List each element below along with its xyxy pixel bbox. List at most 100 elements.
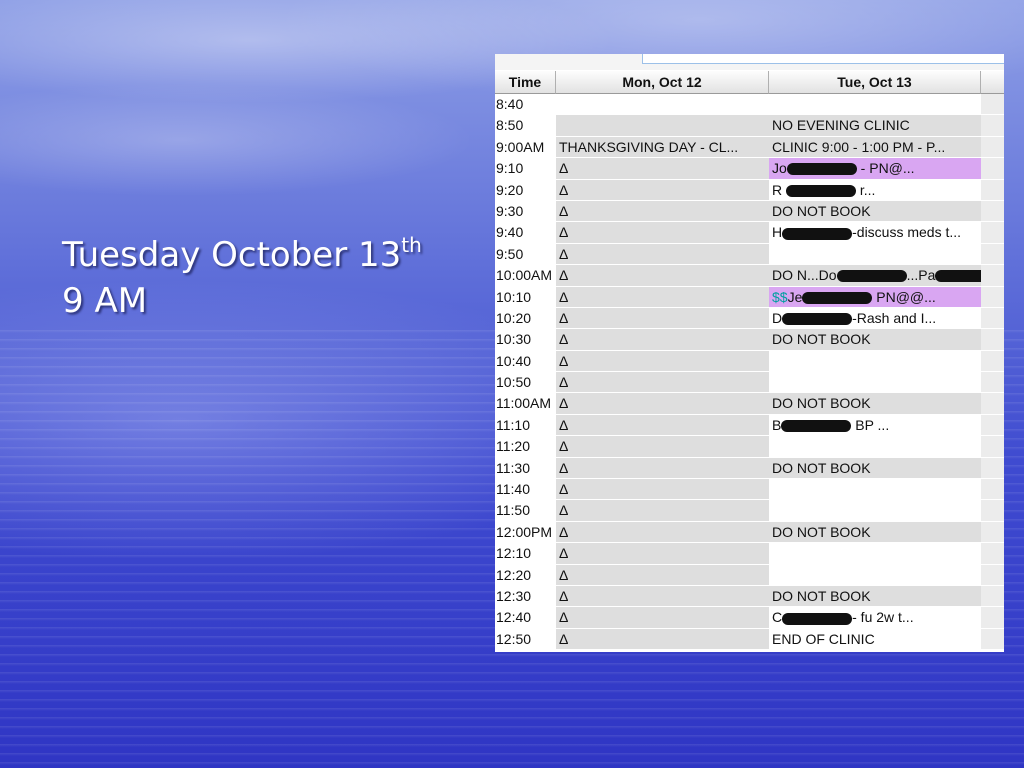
tue-appointment-cell[interactable]: C- fu 2w t... [769,607,981,629]
mon-appointment-cell[interactable]: Δ [556,329,769,351]
schedule-row[interactable]: 12:20 Δ [495,564,1004,586]
schedule-row[interactable]: 10:00AM Δ DO N...Do ...Pa [495,265,1004,287]
tue-appointment-cell[interactable] [769,543,981,565]
tue-appointment-cell[interactable]: DO NOT BOOK [769,457,981,480]
extra-cell [981,329,1004,351]
schedule-row[interactable]: 12:00PM Δ DO NOT BOOK [495,521,1004,544]
tue-appointment-cell[interactable] [769,243,981,266]
mon-appointment-cell[interactable]: Δ [556,307,769,330]
mon-appointment-cell[interactable]: Δ [556,414,769,437]
tue-appointment-cell[interactable]: D -Rash and I... [769,307,981,330]
schedule-row[interactable]: 12:30 Δ DO NOT BOOK [495,585,1004,608]
tue-appointment-cell[interactable] [769,372,981,394]
mon-appointment-cell[interactable]: Δ [556,500,769,522]
mon-appointment-cell[interactable]: THANKSGIVING DAY - CL... [556,136,769,159]
tue-appointment-cell[interactable]: H -discuss meds t... [769,222,981,244]
mon-appointment-cell[interactable]: Δ [556,564,769,586]
mon-appointment-cell[interactable]: Δ [556,457,769,480]
mon-appointment-cell[interactable]: Δ [556,543,769,565]
mon-appointment-cell[interactable]: Δ [556,179,769,201]
mon-appointment-cell[interactable] [556,94,769,116]
schedule-row[interactable]: 11:50 Δ [495,500,1004,522]
tue-appointment-cell[interactable]: NO EVENING CLINIC [769,115,981,137]
schedule-row[interactable]: 11:00AM Δ DO NOT BOOK [495,393,1004,415]
tue-appointment-cell[interactable]: $$Je PN@@... [769,286,981,308]
extra-cell [981,350,1004,373]
time-cell: 12:30 [495,585,556,608]
schedule-row[interactable]: 11:10 Δ B BP ... [495,414,1004,437]
mon-appointment-cell[interactable]: Δ [556,628,769,651]
tue-appointment-cell[interactable] [769,436,981,458]
mon-appointment-cell[interactable]: Δ [556,521,769,544]
schedule-row[interactable]: 9:00AM THANKSGIVING DAY - CL... CLINIC 9:0… [495,136,1004,159]
mon-appointment-cell[interactable]: Δ [556,350,769,373]
mon-appointment-cell[interactable]: Δ [556,479,769,501]
schedule-row[interactable]: 12:50 Δ END OF CLINIC [495,628,1004,651]
time-cell: 8:40 [495,94,556,116]
column-header-tue[interactable]: Tue, Oct 13 [769,71,981,94]
tue-appointment-cell[interactable]: B BP ... [769,414,981,437]
mon-appointment-cell[interactable]: Δ [556,243,769,266]
tue-appointment-cell[interactable]: DO NOT BOOK [769,329,981,351]
mon-appointment-cell[interactable]: Δ [556,265,769,287]
mon-appointment-cell[interactable]: Δ [556,158,769,180]
schedule-row[interactable]: 11:30 Δ DO NOT BOOK [495,457,1004,480]
column-header-time[interactable]: Time [495,71,556,94]
tue-appointment-cell[interactable] [769,350,981,373]
tue-appointment-cell[interactable]: Jo - PN@... [769,158,981,180]
schedule-row[interactable]: 10:30 Δ DO NOT BOOK [495,329,1004,351]
schedule-row[interactable]: 11:20 Δ [495,436,1004,458]
extra-cell [981,457,1004,480]
mon-appointment-cell[interactable]: Δ [556,436,769,458]
schedule-row[interactable]: 12:40 Δ C - fu 2w t... [495,607,1004,629]
schedule-row[interactable]: 9:10 Δ Jo - PN@... [495,158,1004,180]
mon-appointment-cell[interactable]: Δ [556,372,769,394]
mon-appointment-cell[interactable]: Δ [556,222,769,244]
extra-cell [981,265,1004,287]
tue-appointment-cell[interactable]: R r... [769,179,981,201]
schedule-row[interactable]: 8:50 NO EVENING CLINIC [495,115,1004,137]
extra-cell [981,286,1004,308]
tue-appointment-cell[interactable] [769,479,981,501]
tue-appointment-cell[interactable] [769,94,981,116]
schedule-row[interactable]: 9:50 Δ [495,243,1004,266]
schedule-row[interactable]: 12:10 Δ [495,543,1004,565]
schedule-row[interactable]: 10:50 Δ [495,372,1004,394]
schedule-row[interactable]: 11:40 Δ [495,479,1004,501]
tue-appointment-cell[interactable]: DO NOT BOOK [769,393,981,415]
tue-appointment-cell[interactable]: DO N...Do ...Pa [769,265,981,287]
schedule-row[interactable]: 8:40 [495,94,1004,116]
column-header-mon[interactable]: Mon, Oct 12 [556,71,769,94]
time-cell: 9:00AM [495,136,556,159]
schedule-row[interactable]: 10:20 Δ D -Rash and I... [495,307,1004,330]
tue-appointment-cell[interactable]: DO NOT BOOK [769,585,981,608]
schedule-row[interactable]: 10:10 Δ $$Je PN@@... [495,286,1004,308]
slide-time-line: 9 AM [62,281,148,321]
mon-appointment-cell[interactable]: Δ [556,585,769,608]
slide-date-text: Tuesday October 13 [62,235,402,275]
time-cell: 11:00AM [495,393,556,415]
search-field[interactable] [642,54,1004,64]
schedule-row[interactable]: 10:40 Δ [495,350,1004,373]
time-cell: 11:30 [495,457,556,480]
extra-cell [981,115,1004,137]
tue-appointment-cell[interactable]: CLINIC 9:00 - 1:00 PM - P... [769,136,981,159]
mon-appointment-cell[interactable]: Δ [556,286,769,308]
tue-appointment-cell[interactable] [769,500,981,522]
schedule-grid: 8:40 8:50 NO EVENING CLINIC 9:00AM THANKSGIV… [495,94,1004,651]
mon-appointment-cell[interactable]: Δ [556,200,769,223]
tue-appointment-cell[interactable]: DO NOT BOOK [769,200,981,223]
redaction-mark [782,612,853,625]
tue-appointment-cell[interactable] [769,564,981,586]
time-cell: 11:40 [495,479,556,501]
mon-appointment-cell[interactable]: Δ [556,607,769,629]
tue-appointment-cell[interactable]: END OF CLINIC [769,628,981,651]
tue-appointment-cell[interactable]: DO NOT BOOK [769,521,981,544]
schedule-row[interactable]: 9:30 Δ DO NOT BOOK [495,200,1004,223]
mon-appointment-cell[interactable] [556,115,769,137]
schedule-row[interactable]: 9:20 Δ R r... [495,179,1004,201]
time-cell: 12:20 [495,564,556,586]
schedule-row[interactable]: 9:40 Δ H -discuss meds t... [495,222,1004,244]
time-cell: 10:50 [495,372,556,394]
mon-appointment-cell[interactable]: Δ [556,393,769,415]
